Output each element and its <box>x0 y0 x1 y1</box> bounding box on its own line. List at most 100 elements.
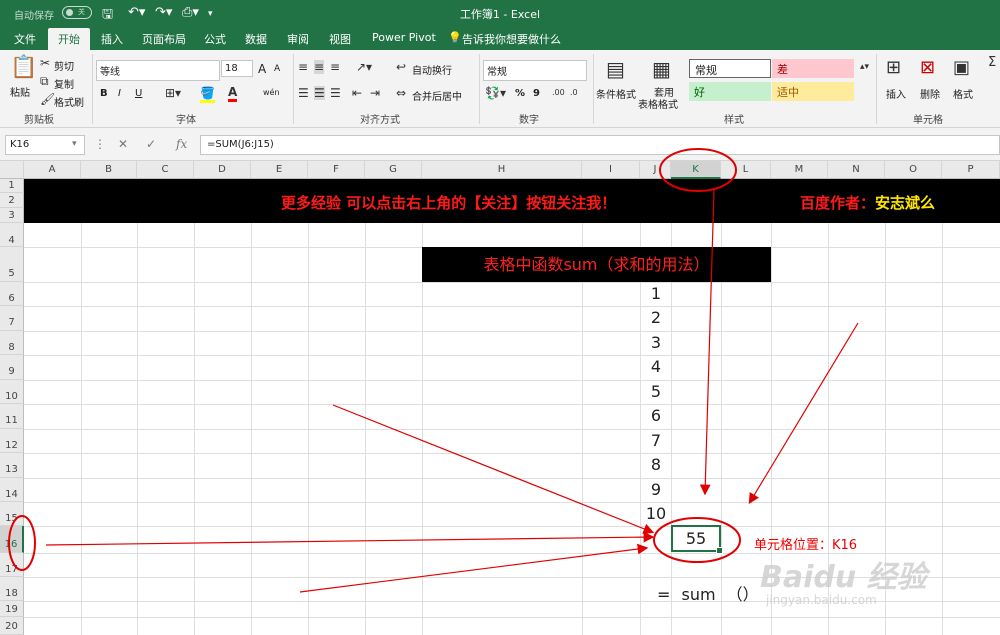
tab-view[interactable]: 视图 <box>329 31 351 47</box>
tab-file[interactable]: 文件 <box>14 31 36 47</box>
row-header-14[interactable]: 14 <box>0 478 24 502</box>
row-header-9[interactable]: 9 <box>0 355 24 380</box>
column-header-h[interactable]: H <box>422 161 582 179</box>
format-painter-icon[interactable]: 🖌 <box>40 92 55 106</box>
style-neutral[interactable]: 适中 <box>772 82 854 101</box>
format-cells-icon[interactable]: ▣ <box>953 58 970 78</box>
align-top-icon[interactable]: ≡ <box>298 60 308 74</box>
column-header-a[interactable]: A <box>24 161 81 179</box>
worksheet[interactable]: A B C D E F G H I J K L M N O P 1 2 3 4 … <box>0 161 1000 635</box>
percent-button[interactable]: % <box>515 88 525 99</box>
column-header-p[interactable]: P <box>942 161 1000 179</box>
select-all-corner[interactable] <box>0 161 24 179</box>
tab-formulas[interactable]: 公式 <box>204 31 226 47</box>
tab-data[interactable]: 数据 <box>245 31 267 47</box>
row-header-8[interactable]: 8 <box>0 331 24 355</box>
column-header-l[interactable]: L <box>721 161 771 179</box>
row-header-19[interactable]: 19 <box>0 601 24 617</box>
enter-icon[interactable]: ✓ <box>146 137 156 151</box>
borders-icon[interactable]: ⊞▾ <box>165 86 181 100</box>
row-header-12[interactable]: 12 <box>0 429 24 453</box>
number-format-select[interactable]: 常规 <box>483 60 587 81</box>
insert-function-icon[interactable]: fx <box>176 137 187 151</box>
fill-color-icon[interactable]: 🪣 <box>200 86 215 103</box>
underline-button[interactable]: U <box>135 88 142 99</box>
conditional-format-icon[interactable]: ▤ <box>606 58 625 80</box>
tab-page-layout[interactable]: 页面布局 <box>142 31 186 47</box>
row-header-1[interactable]: 1 <box>0 179 24 193</box>
cell-value[interactable]: 7 <box>640 431 672 450</box>
autosum-icon[interactable]: Σ <box>988 56 996 70</box>
cell-value[interactable]: 10 <box>640 504 672 523</box>
copy-icon[interactable]: ⧉ <box>40 74 49 88</box>
column-header-n[interactable]: N <box>828 161 885 179</box>
column-header-c[interactable]: C <box>137 161 194 179</box>
cut-icon[interactable]: ✂ <box>40 56 50 70</box>
comma-button[interactable]: 9 <box>533 88 540 99</box>
column-header-f[interactable]: F <box>308 161 365 179</box>
column-header-d[interactable]: D <box>194 161 251 179</box>
tab-power-pivot[interactable]: Power Pivot <box>372 31 436 44</box>
column-header-j[interactable]: J <box>640 161 671 179</box>
row-header-2[interactable]: 2 <box>0 193 24 208</box>
cell-value[interactable]: 1 <box>640 284 672 303</box>
row-header-4[interactable]: 4 <box>0 223 24 247</box>
increase-indent-icon[interactable]: ⇥ <box>370 86 380 100</box>
column-header-e[interactable]: E <box>251 161 308 179</box>
row-header-6[interactable]: 6 <box>0 282 24 306</box>
delete-cells-icon[interactable]: ⊠ <box>920 58 935 78</box>
row-header-7[interactable]: 7 <box>0 306 24 331</box>
italic-button[interactable]: I <box>118 88 121 99</box>
row-header-5[interactable]: 5 <box>0 247 24 282</box>
cell-value[interactable]: 8 <box>640 455 672 474</box>
align-left-icon[interactable]: ☰ <box>298 86 309 100</box>
align-middle-icon[interactable]: ≡ <box>314 60 325 74</box>
row-header-13[interactable]: 13 <box>0 453 24 478</box>
tab-review[interactable]: 审阅 <box>287 31 309 47</box>
row-header-3[interactable]: 3 <box>0 208 24 223</box>
formula-input[interactable]: =SUM(J6:J15) <box>200 135 1000 155</box>
conditional-format-button[interactable]: 条件格式 <box>596 86 636 101</box>
row-header-15[interactable]: 15 <box>0 502 24 526</box>
format-as-table-button[interactable]: 表格格式 <box>638 96 678 111</box>
column-header-b[interactable]: B <box>81 161 137 179</box>
cell-value[interactable]: 9 <box>640 480 672 499</box>
column-header-i[interactable]: I <box>582 161 640 179</box>
align-bottom-icon[interactable]: ≡ <box>330 60 340 74</box>
shrink-font-button[interactable]: A <box>274 64 280 74</box>
row-header-10[interactable]: 10 <box>0 380 24 404</box>
align-right-icon[interactable]: ☰ <box>330 86 341 100</box>
format-painter-button[interactable]: 格式刷 <box>54 94 84 109</box>
row-header-18[interactable]: 18 <box>0 577 24 601</box>
cell-value[interactable]: 3 <box>640 333 672 352</box>
copy-button[interactable]: 复制 <box>54 76 74 91</box>
column-header-g[interactable]: G <box>365 161 422 179</box>
accounting-format-icon[interactable]: 💱▾ <box>485 86 506 100</box>
grow-font-button[interactable]: A <box>258 62 266 76</box>
active-cell-k16[interactable]: 55 <box>671 525 723 554</box>
cut-button[interactable]: 剪切 <box>54 58 74 73</box>
cell-value[interactable]: 5 <box>640 382 672 401</box>
paste-button[interactable]: 粘贴 <box>10 84 30 99</box>
format-as-table-icon[interactable]: ▦ <box>652 58 671 80</box>
style-good[interactable]: 好 <box>689 82 771 101</box>
font-name-select[interactable]: 等线 <box>96 60 220 81</box>
tab-insert[interactable]: 插入 <box>101 31 123 47</box>
format-cells-button[interactable]: 格式 <box>953 86 973 101</box>
styles-scroll-icon[interactable]: ▴▾ <box>860 60 869 74</box>
cell-value[interactable]: 4 <box>640 357 672 376</box>
orientation-icon[interactable]: ↗▾ <box>356 60 372 74</box>
phonetic-button[interactable]: wén <box>263 88 280 97</box>
column-header-k[interactable]: K <box>671 161 721 179</box>
align-center-icon[interactable]: ☰ <box>314 86 325 100</box>
increase-decimal-icon[interactable]: .00 <box>552 86 565 100</box>
style-normal[interactable]: 常规 <box>689 59 771 78</box>
insert-cells-button[interactable]: 插入 <box>886 86 906 101</box>
style-bad[interactable]: 差 <box>772 59 854 78</box>
delete-cells-button[interactable]: 删除 <box>920 86 940 101</box>
paste-icon[interactable]: 📋 <box>10 56 37 80</box>
row-header-16[interactable]: 16 <box>0 526 24 553</box>
tell-me-search[interactable]: 告诉我你想要做什么 <box>462 31 561 47</box>
name-box-dropdown-icon[interactable]: ▾ <box>72 139 77 149</box>
merge-center-button[interactable]: 合并后居中 <box>412 88 462 103</box>
